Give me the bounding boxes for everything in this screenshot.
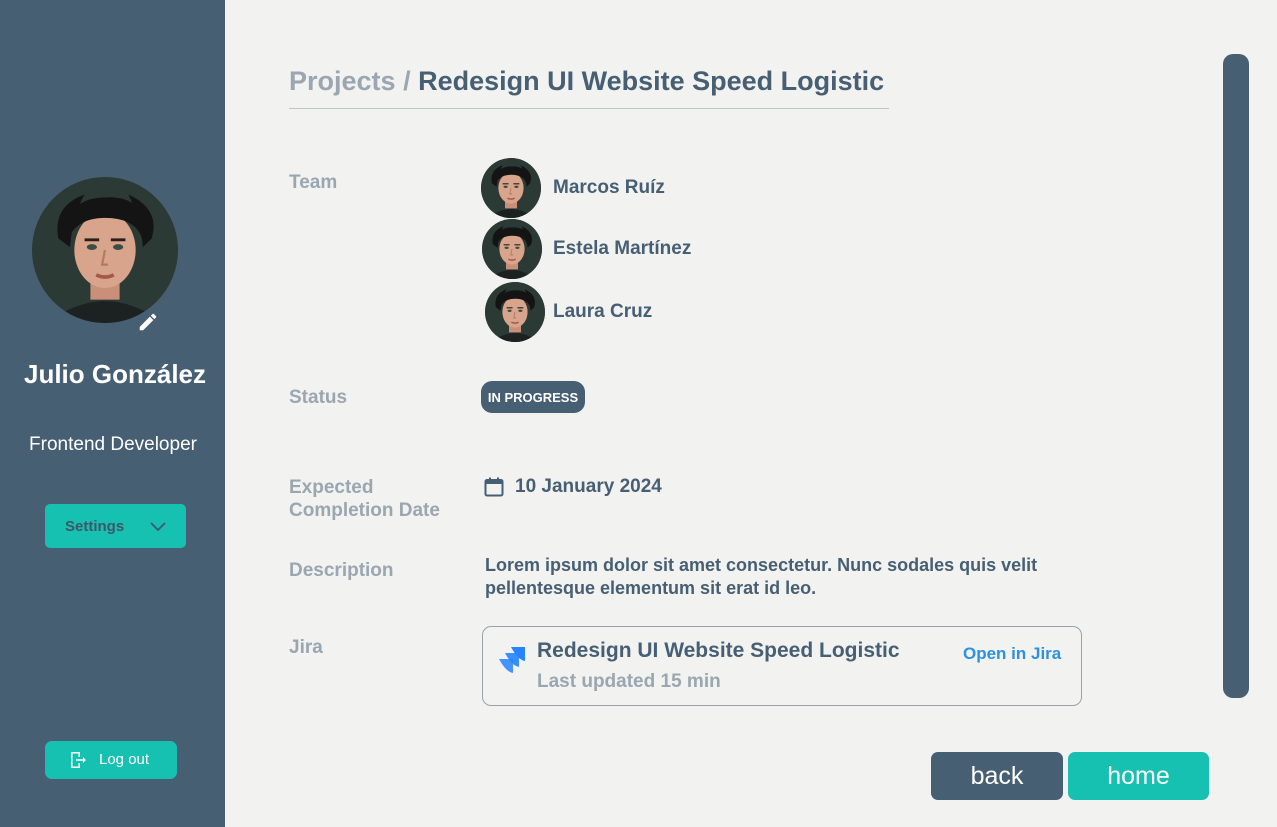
member-avatar — [485, 282, 545, 342]
team-member[interactable]: Marcos Ruíz — [481, 158, 665, 218]
page-title: Redesign UI Website Speed Logistic — [418, 66, 885, 96]
member-name: Marcos Ruíz — [553, 177, 665, 198]
user-role: Frontend Developer — [29, 434, 197, 455]
breadcrumb: Projects / Redesign UI Website Speed Log… — [289, 66, 889, 109]
completion-date: 10 January 2024 — [515, 476, 662, 497]
sidebar: Julio González Frontend Developer Settin… — [0, 0, 225, 827]
team-member[interactable]: Estela Martínez — [482, 219, 691, 279]
open-in-jira-link[interactable]: Open in Jira — [963, 644, 1061, 664]
jira-card: Redesign UI Website Speed Logistic Last … — [482, 626, 1082, 706]
settings-button[interactable]: Settings — [45, 504, 186, 548]
completion-date-label: Expected Completion Date — [289, 477, 440, 521]
team-member[interactable]: Laura Cruz — [485, 282, 652, 342]
jira-label: Jira — [289, 637, 323, 658]
settings-label: Settings — [65, 517, 125, 535]
breadcrumb-separator: / — [395, 66, 419, 96]
member-avatar — [482, 219, 542, 279]
status-badge: IN PROGRESS — [481, 381, 585, 413]
profile-avatar — [32, 177, 178, 323]
logout-label: Log out — [99, 751, 150, 768]
home-button[interactable]: home — [1068, 752, 1209, 800]
description-text: Lorem ipsum dolor sit amet consectetur. … — [485, 555, 1038, 598]
jira-logo-icon — [497, 644, 527, 676]
jira-issue-title: Redesign UI Website Speed Logistic — [537, 639, 900, 662]
team-label: Team — [289, 172, 338, 193]
breadcrumb-projects-link[interactable]: Projects — [289, 66, 396, 96]
member-name: Estela Martínez — [553, 238, 692, 259]
member-avatar — [481, 158, 541, 218]
description-label: Description — [289, 560, 394, 581]
back-button[interactable]: back — [931, 752, 1063, 800]
calendar-icon — [484, 477, 504, 497]
chevron-down-icon — [150, 519, 166, 532]
user-name: Julio González — [23, 359, 207, 389]
member-name: Laura Cruz — [553, 301, 653, 322]
logout-icon — [69, 751, 87, 769]
status-label: Status — [289, 387, 348, 408]
jira-last-updated: Last updated 15 min — [537, 671, 721, 692]
logout-button[interactable]: Log out — [45, 741, 177, 779]
scrollbar[interactable] — [1223, 54, 1249, 698]
pencil-icon[interactable] — [137, 311, 159, 333]
